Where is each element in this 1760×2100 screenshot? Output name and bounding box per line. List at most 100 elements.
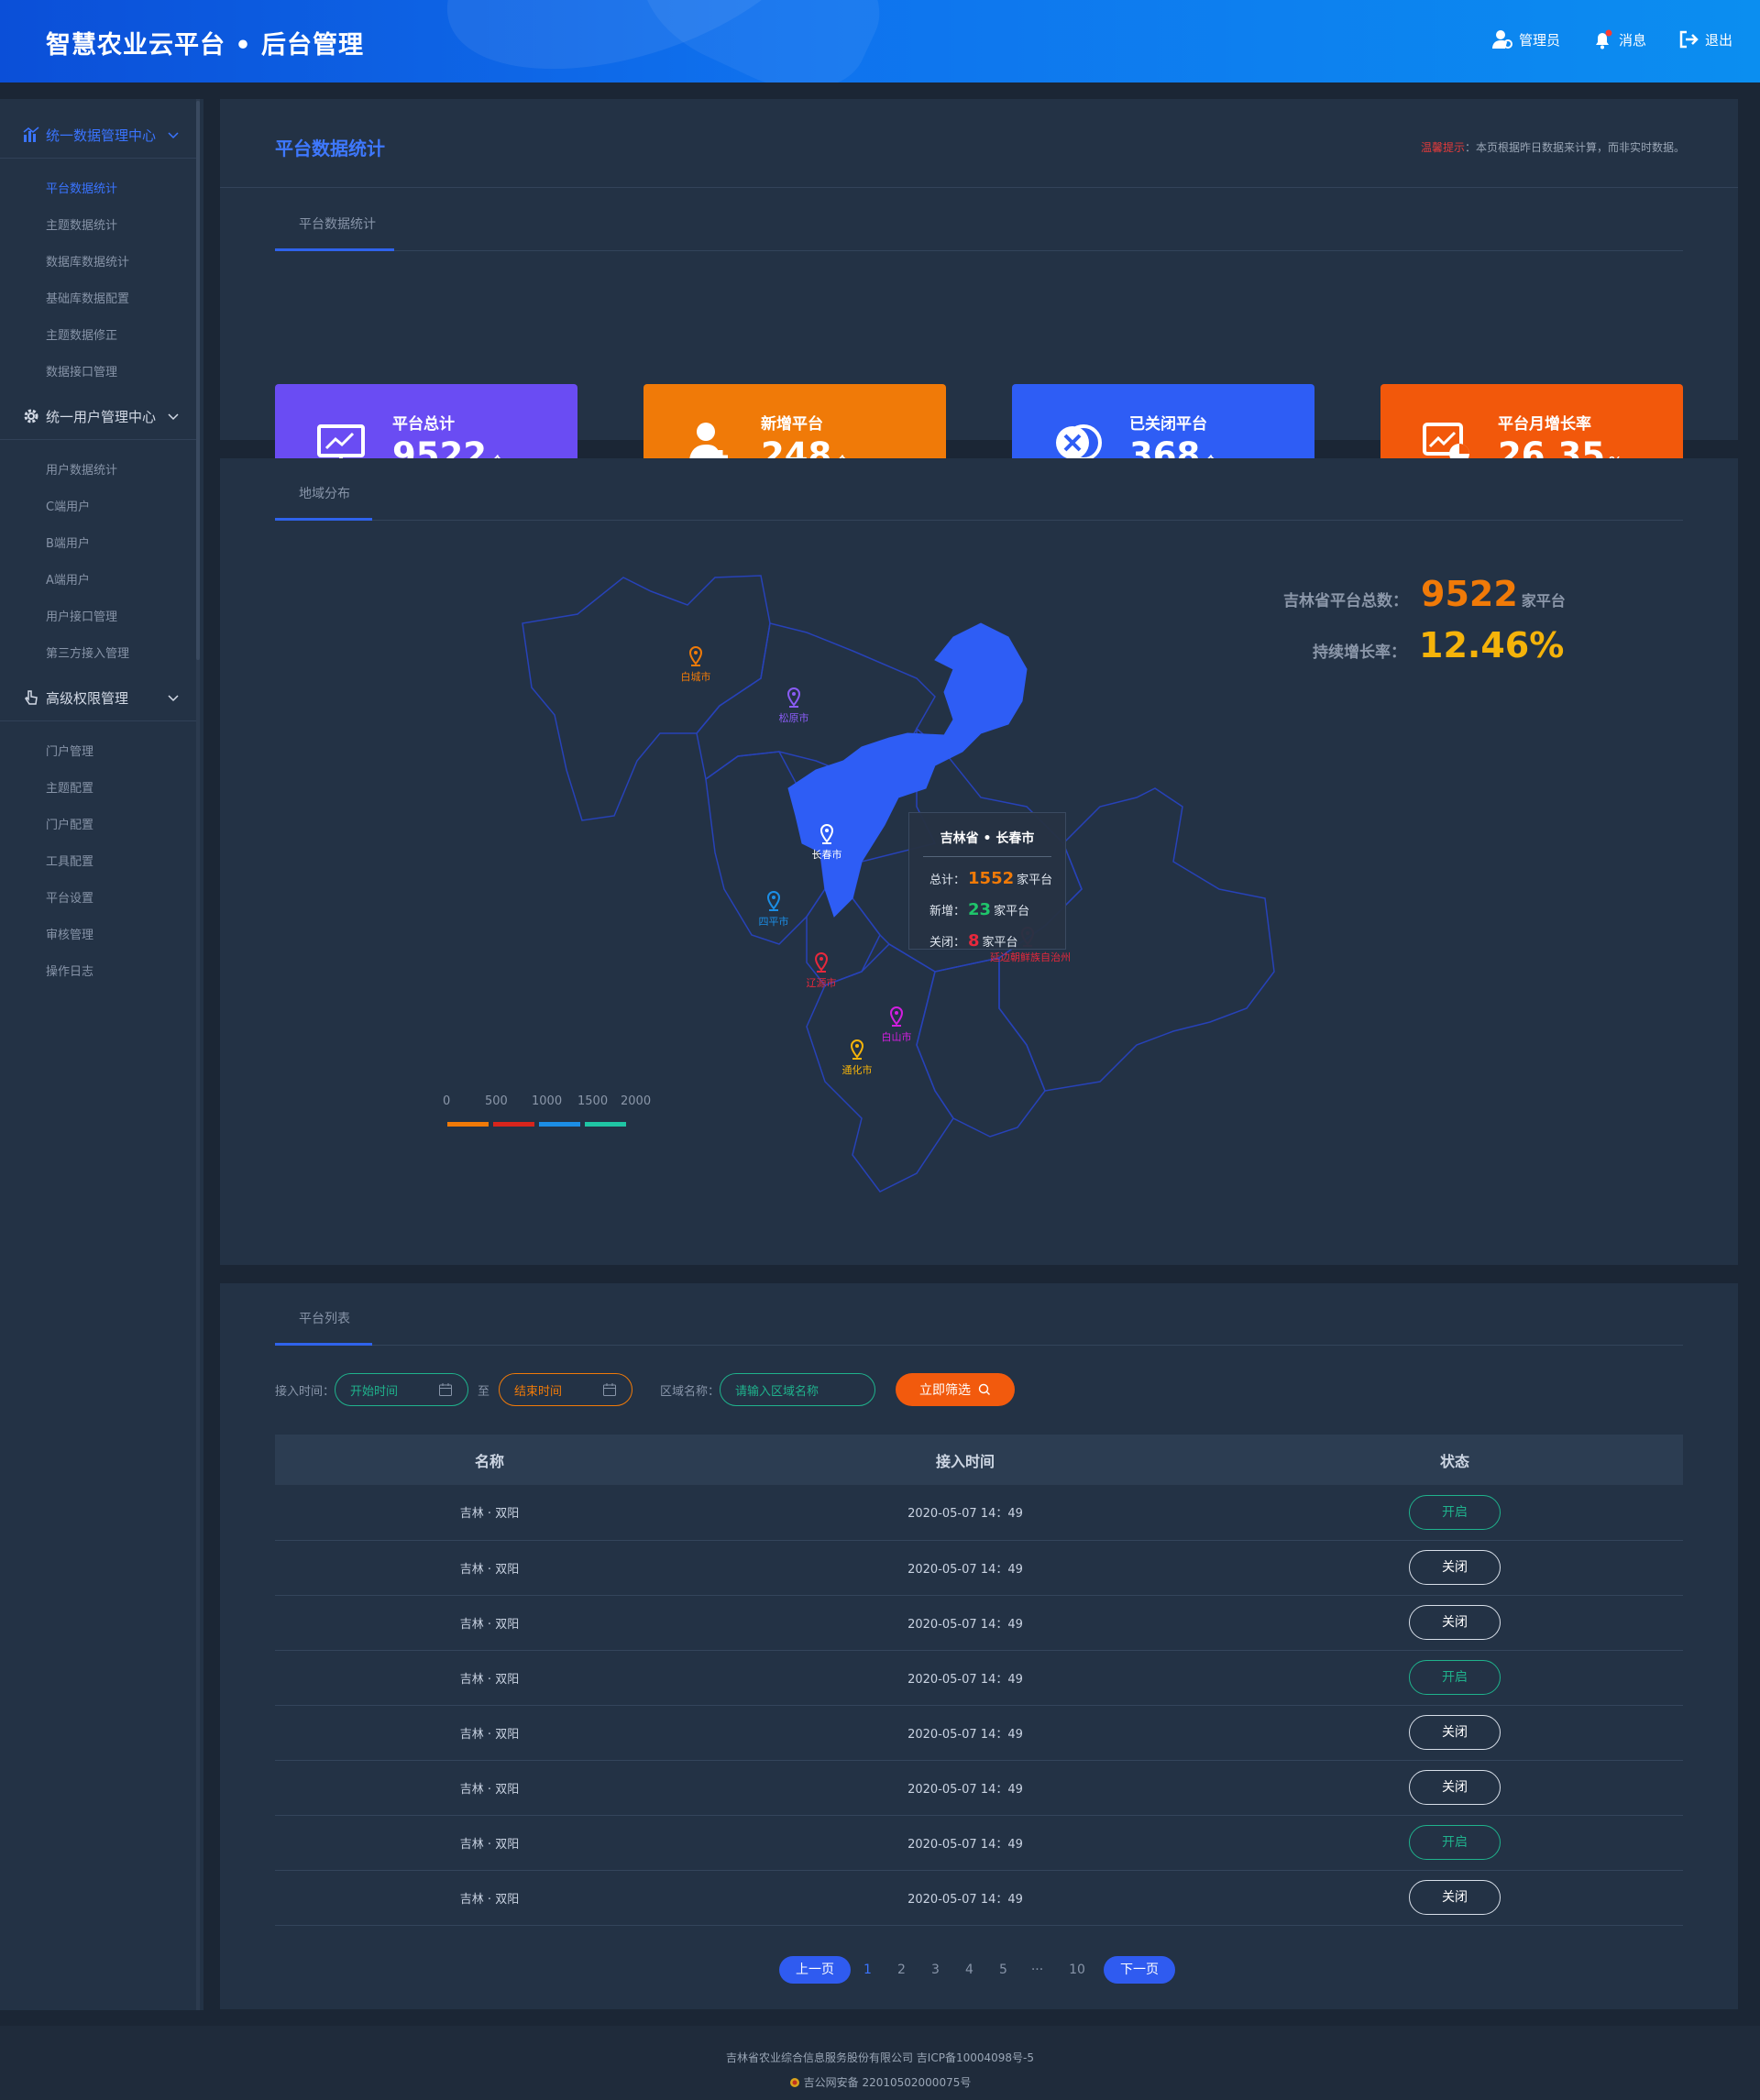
sidebar-group-label: 统一数据管理中心 xyxy=(46,126,157,144)
tab-platform-list[interactable]: 平台列表 xyxy=(275,1309,374,1327)
platform-name: 吉林 · 双阳 xyxy=(275,1705,704,1761)
tab-underline xyxy=(275,1343,372,1346)
sidebar-item-platform-stats[interactable]: 平台数据统计 xyxy=(0,171,196,208)
map-pin-icon[interactable] xyxy=(766,891,781,911)
status-cell: 开启 xyxy=(1226,1650,1683,1706)
page-number[interactable]: 2 xyxy=(885,1963,918,1977)
sidebar-divider xyxy=(0,720,196,721)
table-row: 吉林 · 双阳 2020-05-07 14：49 开启 xyxy=(275,1815,1683,1871)
status-cell: 关闭 xyxy=(1226,1705,1683,1761)
tooltip-new-value: 23 xyxy=(968,899,992,919)
sidebar-item-portal[interactable]: 门户管理 xyxy=(0,734,196,771)
table-row: 吉林 · 双阳 2020-05-07 14：49 开启 xyxy=(275,1650,1683,1706)
search-icon xyxy=(978,1383,991,1395)
sidebar-item-platform-settings[interactable]: 平台设置 xyxy=(0,881,196,918)
note-prefix: 温馨提示 xyxy=(1420,141,1465,154)
status-cell: 关闭 xyxy=(1226,1595,1683,1651)
sidebar-scrollbar[interactable] xyxy=(196,101,200,660)
page-number[interactable]: 10 xyxy=(1054,1963,1100,1977)
page-number[interactable]: 4 xyxy=(952,1963,986,1977)
sidebar-item-a-users[interactable]: A端用户 xyxy=(0,563,196,599)
sidebar-item-theme-config[interactable]: 主题配置 xyxy=(0,771,196,808)
map-pin-icon[interactable] xyxy=(814,952,829,973)
access-time: 2020-05-07 14：49 xyxy=(704,1650,1226,1706)
sidebar-item-user-api[interactable]: 用户接口管理 xyxy=(0,599,196,636)
page-number[interactable]: 3 xyxy=(918,1963,952,1977)
tab-platform-stats[interactable]: 平台数据统计 xyxy=(275,214,400,233)
calendar-icon xyxy=(603,1383,617,1396)
status-toggle-button[interactable]: 关闭 xyxy=(1409,1770,1501,1805)
messages-button[interactable]: 消息 xyxy=(1591,28,1646,50)
status-toggle-button[interactable]: 关闭 xyxy=(1409,1880,1501,1915)
area-name-placeholder: 请输入区域名称 xyxy=(735,1384,820,1399)
pointer-hand-icon xyxy=(25,690,38,705)
sidebar-group-data-center[interactable]: 统一数据管理中心 xyxy=(0,119,196,150)
police-badge-icon xyxy=(789,2077,799,2087)
table-row: 吉林 · 双阳 2020-05-07 14：49 关闭 xyxy=(275,1540,1683,1596)
tooltip-label: 新增： xyxy=(930,904,966,918)
province-total: 吉林省平台总数： 9522 家平台 xyxy=(1283,574,1566,614)
sidebar-item-review[interactable]: 审核管理 xyxy=(0,918,196,954)
status-toggle-button[interactable]: 关闭 xyxy=(1409,1715,1501,1750)
page-number[interactable]: 1 xyxy=(851,1963,885,1977)
tooltip-closed-row: 关闭： 8 家平台 xyxy=(909,925,1065,956)
platform-name: 吉林 · 双阳 xyxy=(275,1760,704,1816)
sidebar-item-tool-config[interactable]: 工具配置 xyxy=(0,844,196,881)
status-toggle-button[interactable]: 关闭 xyxy=(1409,1605,1501,1640)
prev-page-button[interactable]: 上一页 xyxy=(779,1956,851,1984)
sidebar-item-b-users[interactable]: B端用户 xyxy=(0,526,196,563)
map-pin-icon[interactable] xyxy=(889,1006,904,1027)
sidebar-item-portal-config[interactable]: 门户配置 xyxy=(0,808,196,844)
legend-tick: 2000 xyxy=(621,1094,652,1108)
tab-underline xyxy=(275,248,394,251)
sidebar-item-data-api[interactable]: 数据接口管理 xyxy=(0,355,196,391)
table-row: 吉林 · 双阳 2020-05-07 14：49 关闭 xyxy=(275,1760,1683,1816)
status-toggle-button[interactable]: 开启 xyxy=(1409,1660,1501,1695)
legend-swatch xyxy=(539,1122,580,1127)
sidebar-divider xyxy=(0,439,196,440)
page-number[interactable]: 5 xyxy=(986,1963,1020,1977)
status-toggle-button[interactable]: 关闭 xyxy=(1409,1550,1501,1585)
platform-name: 吉林 · 双阳 xyxy=(275,1540,704,1596)
map-pin-icon[interactable] xyxy=(688,646,703,666)
province-total-unit: 家平台 xyxy=(1521,592,1566,610)
sidebar-group-user-center[interactable]: 统一用户管理中心 xyxy=(0,401,196,432)
status-toggle-button[interactable]: 开启 xyxy=(1409,1494,1501,1530)
status-toggle-button[interactable]: 开启 xyxy=(1409,1825,1501,1860)
map-pin-icon[interactable] xyxy=(820,824,834,844)
platform-name: 吉林 · 双阳 xyxy=(275,1595,704,1651)
table-header-row: 名称 接入时间 状态 xyxy=(275,1435,1683,1485)
stats-panel: 平台数据统计 温馨提示：本页根据昨日数据来计算，而非实时数据。 平台数据统计 平… xyxy=(220,99,1738,501)
top-actions: 管理员 消息 退出 xyxy=(1491,28,1732,50)
sidebar-item-third-party[interactable]: 第三方接入管理 xyxy=(0,636,196,673)
access-time: 2020-05-07 14：49 xyxy=(704,1815,1226,1871)
sidebar-item-theme-stats[interactable]: 主题数据统计 xyxy=(0,208,196,245)
end-time-input[interactable]: 结束时间 xyxy=(499,1373,633,1406)
tooltip-title: 吉林省 • 长春市 xyxy=(940,831,1035,846)
tooltip-total-row: 总计： 1552 家平台 xyxy=(909,863,1065,894)
table-row: 吉林 · 双阳 2020-05-07 14：49 关闭 xyxy=(275,1705,1683,1761)
sidebar-item-database-stats[interactable]: 数据库数据统计 xyxy=(0,245,196,281)
chevron-down-icon xyxy=(168,413,179,421)
tooltip-divider xyxy=(923,856,1051,857)
sidebar-item-user-stats[interactable]: 用户数据统计 xyxy=(0,453,196,489)
map-pin-icon[interactable] xyxy=(850,1039,864,1060)
next-page-button[interactable]: 下一页 xyxy=(1104,1956,1175,1984)
filter-submit-button[interactable]: 立即筛选 xyxy=(896,1373,1016,1406)
area-name-input[interactable]: 请输入区域名称 xyxy=(720,1373,876,1406)
logout-button[interactable]: 退出 xyxy=(1678,28,1732,50)
sidebar-item-base-config[interactable]: 基础库数据配置 xyxy=(0,281,196,318)
admin-button[interactable]: 管理员 xyxy=(1491,28,1560,50)
sidebar-item-c-users[interactable]: C端用户 xyxy=(0,489,196,526)
map-pin-icon[interactable] xyxy=(786,687,801,708)
sidebar-item-logs[interactable]: 操作日志 xyxy=(0,954,196,991)
sidebar-item-theme-fix[interactable]: 主题数据修正 xyxy=(0,318,196,355)
sidebar-group-permissions[interactable]: 高级权限管理 xyxy=(0,682,196,713)
sidebar: 统一数据管理中心 平台数据统计 主题数据统计 数据库数据统计 基础库数据配置 主… xyxy=(0,99,204,2010)
sidebar-group-label: 高级权限管理 xyxy=(46,689,129,707)
start-time-input[interactable]: 开始时间 xyxy=(335,1373,469,1406)
footer-company: 吉林省农业综合信息服务股份有限公司 吉ICP备10004098号-5 xyxy=(725,2051,1034,2064)
tooltip-new-row: 新增： 23 家平台 xyxy=(909,894,1065,925)
city-label: 长春市 xyxy=(811,849,842,861)
tooltip-closed-value: 8 xyxy=(968,930,980,951)
